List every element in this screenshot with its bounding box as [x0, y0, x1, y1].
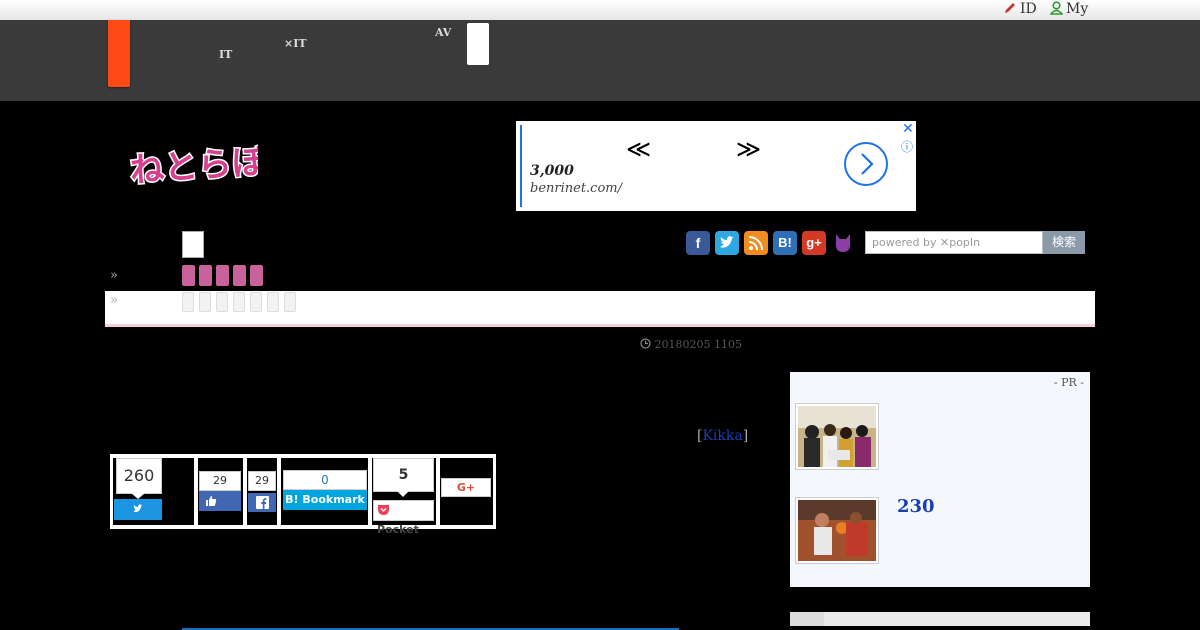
facebook-like-cell: 29	[198, 458, 243, 525]
breadcrumb-chevron: »	[110, 293, 118, 308]
pencil-icon	[1005, 3, 1015, 13]
id-link[interactable]: ID	[1003, 0, 1037, 18]
thumbs-up-icon	[206, 496, 217, 506]
ranking-number[interactable]: 230	[897, 496, 935, 517]
twitter-share-cell: 260	[113, 458, 194, 525]
category-tab[interactable]	[182, 265, 195, 286]
facebook-icon	[255, 496, 269, 509]
nav-search-box[interactable]	[467, 23, 489, 65]
nav-item-3-top[interactable]: AV	[435, 27, 451, 38]
breadcrumb-item[interactable]	[216, 292, 228, 312]
breadcrumb-item[interactable]	[250, 292, 262, 312]
ad-url[interactable]: benrinet.com/	[530, 181, 622, 196]
global-nav	[0, 20, 1200, 101]
facebook-share-count: 29	[248, 471, 276, 491]
hatena-bookmark-button[interactable]: B! Bookmark	[283, 490, 367, 510]
pocket-button[interactable]: Pocket	[373, 500, 434, 536]
author-bracket-close: ]	[742, 428, 749, 444]
my-link[interactable]: My	[1049, 0, 1089, 18]
menu-button[interactable]	[182, 231, 204, 258]
facebook-icon[interactable]: f	[686, 231, 710, 255]
pr-thumbnail-2[interactable]	[795, 497, 879, 564]
divider	[105, 324, 1095, 327]
rss-icon[interactable]	[744, 231, 768, 255]
search-button[interactable]: 検索	[1043, 231, 1085, 254]
info-icon[interactable]: ⓘ	[901, 138, 913, 155]
hatena-bookmark-label: Bookmark	[302, 493, 365, 506]
facebook-like-count: 29	[199, 471, 241, 491]
category-tab[interactable]	[250, 265, 263, 286]
category-tab[interactable]	[233, 265, 246, 286]
pocket-label: Pocket	[377, 523, 419, 536]
count-pointer	[397, 491, 409, 497]
group-photo-image	[798, 406, 876, 467]
date-text: 20180205 1105	[654, 338, 742, 351]
itmedia-logo-tab[interactable]	[108, 20, 130, 87]
hatena-bookmark-cell: 0 B! Bookmark	[281, 458, 368, 525]
pocket-icon	[378, 505, 389, 515]
sidebar-widget-tab[interactable]	[790, 612, 824, 626]
hatena-icon[interactable]: B!	[773, 231, 797, 255]
author: [Kikka]	[697, 428, 748, 444]
nav-item-1-bottom[interactable]: IT	[219, 49, 232, 60]
author-link[interactable]: Kikka	[702, 428, 742, 444]
breadcrumb-item[interactable]	[267, 292, 279, 312]
twitter-icon	[133, 504, 143, 513]
breadcrumb-item[interactable]	[284, 292, 296, 312]
ad-price: 3,000	[530, 163, 574, 179]
twitter-icon[interactable]	[715, 231, 739, 255]
ad-next-button[interactable]	[844, 142, 888, 186]
pr-thumbnail-1[interactable]	[795, 403, 879, 470]
breadcrumb-chevron: »	[110, 268, 118, 283]
gplus-button[interactable]: G+	[441, 478, 491, 497]
pocket-count: 5	[373, 458, 434, 492]
facebook-like-button[interactable]	[199, 491, 241, 511]
svg-text:ねとらぼ: ねとらぼ	[129, 142, 258, 190]
clock-icon	[640, 338, 651, 349]
utility-bar: ID My	[0, 0, 1200, 20]
sidebar-widget	[790, 612, 1090, 626]
ad-prev-arrow[interactable]: ≪	[626, 135, 651, 163]
advertisement[interactable]: ≪ ≫ 3,000 benrinet.com/ ✕ ⓘ	[516, 121, 916, 211]
nav-item-2-bottom[interactable]: ×IT	[284, 38, 307, 49]
category-tab[interactable]	[216, 265, 229, 286]
facebook-share-button[interactable]	[248, 493, 276, 512]
hatena-count: 0	[283, 470, 367, 490]
breadcrumb-item[interactable]	[199, 292, 211, 312]
id-label: ID	[1020, 1, 1037, 17]
close-icon[interactable]: ✕	[902, 121, 914, 137]
user-icon	[1049, 1, 1064, 15]
pr-label: - PR -	[1053, 376, 1084, 389]
publish-date: 20180205 1105	[640, 338, 742, 351]
nlab-logo[interactable]: ねとらぼ	[128, 138, 258, 190]
share-buttons: 260 29 29 0 B! Bookmark 5 Pocket G+	[110, 454, 496, 536]
twitter-count: 260	[116, 458, 162, 494]
search-input[interactable]: powered by ✕popIn	[865, 231, 1043, 254]
tweet-button[interactable]	[114, 499, 162, 520]
category-tab[interactable]	[199, 265, 212, 286]
cat-icon[interactable]	[831, 231, 855, 255]
breadcrumb-item[interactable]	[182, 292, 194, 312]
chevron-right-icon	[861, 153, 874, 175]
basketball-photo-image	[798, 500, 876, 561]
pocket-cell: 5 Pocket	[372, 458, 436, 536]
sidebar-pr-box: - PR - 230	[790, 372, 1090, 587]
ad-accent-bar	[520, 125, 522, 207]
my-label: My	[1066, 1, 1089, 17]
gplus-cell: G+	[440, 458, 493, 525]
breadcrumb-item[interactable]	[233, 292, 245, 312]
facebook-share-cell: 29	[247, 458, 277, 525]
ad-next-arrow[interactable]: ≫	[736, 135, 761, 163]
google-plus-icon[interactable]: g+	[802, 231, 826, 255]
